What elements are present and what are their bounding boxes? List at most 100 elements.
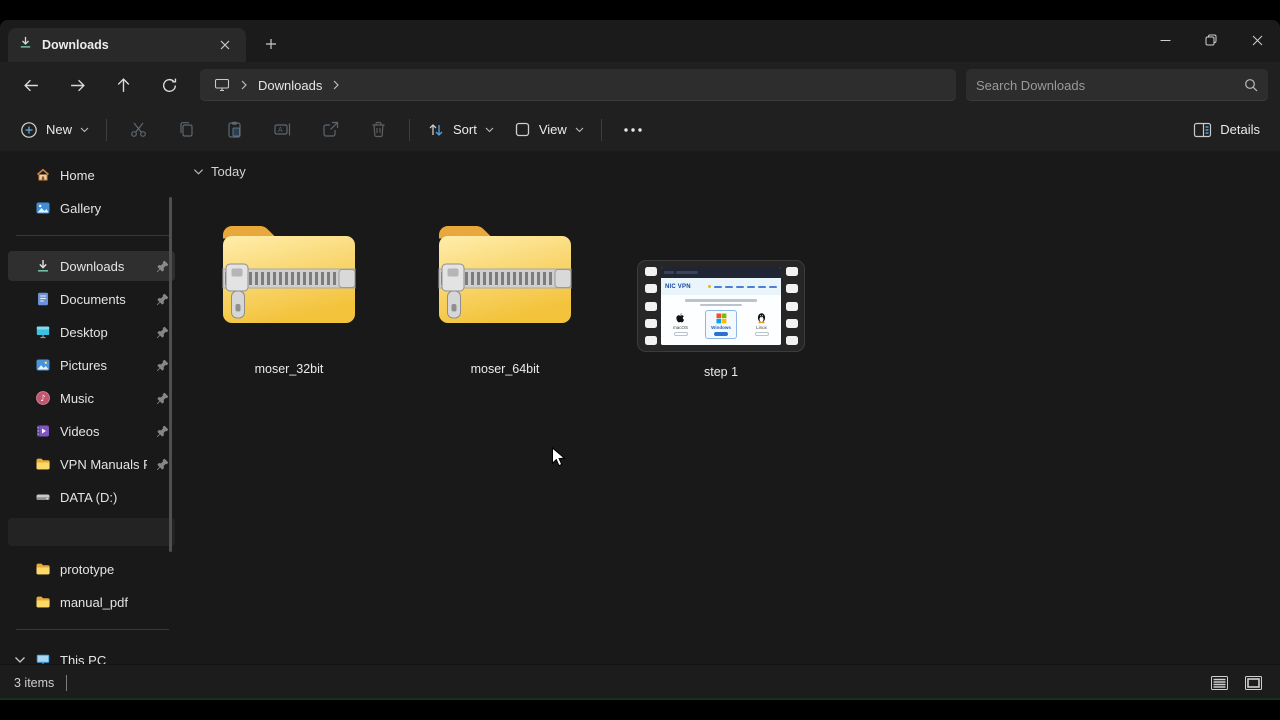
sidebar-item-manual-pdf[interactable]: manual_pdf — [8, 587, 175, 617]
chevron-down-icon[interactable] — [193, 168, 204, 176]
documents-icon — [35, 291, 51, 307]
details-button[interactable]: Details — [1183, 114, 1270, 146]
tab-downloads[interactable]: Downloads — [8, 28, 246, 62]
sort-button[interactable]: Sort — [417, 114, 504, 146]
sidebar-separator — [16, 235, 169, 236]
share-button[interactable] — [308, 114, 352, 146]
sidebar-item-documents[interactable]: Documents — [8, 284, 175, 314]
sidebar-item-vpn-manuals[interactable]: VPN Manuals Fina — [8, 449, 175, 479]
search-box[interactable] — [966, 69, 1268, 101]
details-button-label: Details — [1220, 122, 1260, 137]
new-button[interactable]: New — [10, 114, 99, 146]
sidebar-item-label: Pictures — [60, 358, 147, 373]
chevron-down-icon — [575, 127, 584, 133]
sort-icon — [427, 121, 445, 139]
tab-close-icon[interactable] — [214, 34, 236, 56]
sort-button-label: Sort — [453, 122, 477, 137]
chevron-right-icon — [240, 80, 248, 90]
sidebar-item-data-drive[interactable]: DATA (D:) — [8, 482, 175, 512]
pin-icon — [156, 458, 169, 471]
copy-icon — [177, 120, 196, 139]
chevron-down-icon[interactable] — [14, 656, 26, 664]
os-label: Linux — [756, 325, 767, 330]
file-list-area[interactable]: Today — [183, 152, 1280, 664]
download-icon — [18, 35, 33, 55]
music-icon: ♪ — [35, 390, 51, 406]
close-button[interactable] — [1234, 20, 1280, 60]
more-options-button[interactable] — [611, 114, 655, 146]
search-icon[interactable] — [1244, 78, 1258, 92]
toolbar-separator — [106, 119, 107, 141]
trash-icon — [369, 120, 388, 139]
folder-icon — [35, 561, 51, 577]
apple-icon — [675, 312, 686, 324]
site-header: NIC VPN — [661, 278, 781, 295]
sidebar-item-prototype[interactable]: prototype — [8, 554, 175, 584]
zip-folder-icon — [429, 207, 581, 331]
forward-button[interactable] — [57, 68, 97, 102]
paste-button[interactable] — [212, 114, 256, 146]
tab-title: Downloads — [42, 38, 205, 52]
group-header-label: Today — [211, 164, 246, 179]
sidebar-item-music[interactable]: ♪ Music — [8, 383, 175, 413]
scissors-icon — [129, 120, 148, 139]
breadcrumb-root[interactable] — [208, 72, 236, 98]
group-header-today[interactable]: Today — [193, 164, 246, 179]
this-pc-icon — [214, 78, 230, 92]
svg-text:A: A — [278, 127, 283, 134]
view-button[interactable]: View — [504, 114, 594, 146]
view-button-label: View — [539, 122, 567, 137]
breadcrumb-segment[interactable]: Downloads — [252, 72, 328, 98]
sidebar-separator — [16, 629, 169, 630]
address-bar[interactable]: Downloads — [200, 69, 956, 101]
file-name-label: moser_32bit — [255, 362, 324, 376]
folder-icon — [35, 456, 51, 472]
home-icon — [35, 167, 51, 183]
desktop-icon — [35, 324, 51, 340]
sidebar-item-videos[interactable]: Videos — [8, 416, 175, 446]
file-name-label: moser_64bit — [471, 362, 540, 376]
restore-button[interactable] — [1188, 20, 1234, 60]
sidebar-item-pictures[interactable]: Pictures — [8, 350, 175, 380]
sidebar-item-label: Gallery — [60, 201, 169, 216]
window-controls — [1142, 20, 1280, 60]
tab-bar: Downloads — [0, 20, 1280, 62]
sidebar-item-label: Documents — [60, 292, 147, 307]
rename-button[interactable]: A — [260, 114, 304, 146]
item-count: 3 items — [14, 676, 54, 690]
cut-button[interactable] — [116, 114, 160, 146]
videos-icon — [35, 423, 51, 439]
file-item-moser-32bit[interactable]: moser_32bit — [189, 202, 389, 376]
desktop-screen: Downloads — [0, 0, 1280, 720]
sidebar-item-label: Music — [60, 391, 147, 406]
sidebar-item-downloads[interactable]: Downloads — [8, 251, 175, 281]
delete-button[interactable] — [356, 114, 400, 146]
new-tab-button[interactable] — [256, 31, 286, 57]
svg-text:♪: ♪ — [40, 394, 45, 404]
toolbar-separator — [409, 119, 410, 141]
large-icons-view-toggle[interactable] — [1240, 672, 1266, 694]
minimize-button[interactable] — [1142, 20, 1188, 60]
search-input[interactable] — [976, 78, 1244, 93]
sidebar-item-gallery[interactable]: Gallery — [8, 193, 175, 223]
pin-icon — [156, 359, 169, 372]
refresh-button[interactable] — [149, 68, 189, 102]
zip-folder-icon — [213, 207, 365, 331]
file-item-step-1[interactable]: NIC VPN macOS — [621, 202, 821, 379]
breadcrumb-label: Downloads — [258, 78, 322, 93]
copy-button[interactable] — [164, 114, 208, 146]
details-pane-icon — [1193, 122, 1212, 138]
sidebar-item-label: Home — [60, 168, 169, 183]
sidebar-scrollbar[interactable] — [169, 197, 172, 552]
up-button[interactable] — [103, 68, 143, 102]
filmstrip-holes-right — [783, 266, 800, 346]
sidebar-item-home[interactable]: Home — [8, 160, 175, 190]
sidebar-item-desktop[interactable]: Desktop — [8, 317, 175, 347]
drive-icon — [35, 489, 51, 505]
pin-icon — [156, 392, 169, 405]
site-brand: NIC VPN — [665, 284, 691, 290]
details-view-toggle[interactable] — [1206, 672, 1232, 694]
file-item-moser-64bit[interactable]: moser_64bit — [405, 202, 605, 376]
navigation-bar: Downloads — [0, 62, 1280, 108]
back-button[interactable] — [11, 68, 51, 102]
